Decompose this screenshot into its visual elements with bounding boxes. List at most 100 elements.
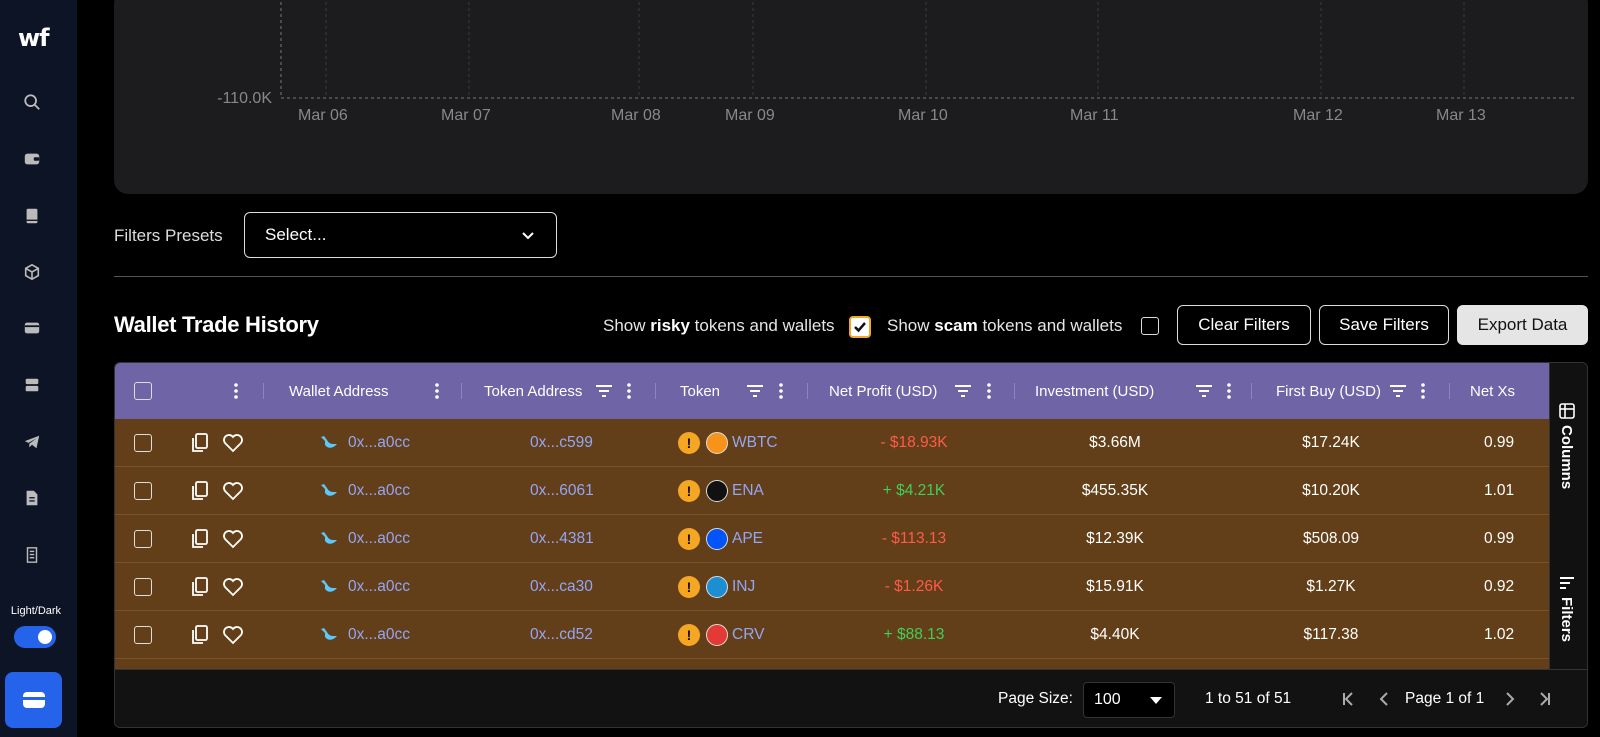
page-size-value: 100 — [1094, 691, 1121, 708]
x-tick-label: Mar 06 — [298, 107, 348, 124]
telegram-icon[interactable] — [22, 432, 42, 452]
row-checkbox[interactable] — [134, 578, 152, 596]
show-risky-checkbox[interactable] — [849, 316, 871, 338]
filter-icon[interactable] — [747, 363, 763, 419]
filter-icon[interactable] — [596, 363, 612, 419]
copy-icon[interactable] — [190, 467, 210, 515]
column-menu-icon[interactable] — [987, 363, 991, 419]
row-checkbox[interactable] — [134, 530, 152, 548]
filter-icon[interactable] — [1390, 363, 1406, 419]
filters-panel-toggle[interactable]: Filters — [1558, 575, 1575, 642]
clear-filters-button[interactable]: Clear Filters — [1177, 305, 1311, 345]
header-token-address[interactable]: Token Address — [484, 363, 582, 419]
save-filters-button[interactable]: Save Filters — [1319, 305, 1449, 345]
header-investment[interactable]: Investment (USD) — [1035, 363, 1154, 419]
column-menu-icon[interactable] — [627, 363, 631, 419]
column-menu-icon[interactable] — [779, 363, 783, 419]
header-net-xs[interactable]: Net Xs — [1470, 363, 1515, 419]
previous-page-icon[interactable] — [1375, 690, 1393, 708]
filter-icon[interactable] — [955, 363, 971, 419]
header-separator — [1014, 383, 1015, 399]
favorite-heart-icon[interactable] — [222, 563, 244, 611]
token-symbol[interactable]: CRV — [732, 626, 764, 644]
risk-warning-icon[interactable]: ! — [678, 432, 700, 454]
columns-panel-toggle[interactable]: Columns — [1558, 403, 1575, 489]
next-page-icon[interactable] — [1501, 690, 1519, 708]
risk-warning-icon[interactable]: ! — [678, 528, 700, 550]
favorite-heart-icon[interactable] — [222, 419, 244, 467]
net-profit-value: - $18.93K — [880, 434, 948, 451]
row-checkbox[interactable] — [134, 434, 152, 452]
export-data-button[interactable]: Export Data — [1457, 305, 1588, 345]
token-symbol[interactable]: WBTC — [732, 434, 778, 452]
columns-icon — [1558, 403, 1575, 419]
theme-toggle[interactable] — [14, 626, 56, 648]
token-address-link[interactable]: 0x...4381 — [530, 515, 594, 563]
column-menu-icon[interactable] — [1421, 363, 1425, 419]
net-profit-value: + $4.21K — [882, 482, 946, 499]
token-symbol[interactable]: APE — [732, 530, 763, 548]
wallet-icon — [22, 692, 45, 708]
whale-icon — [320, 467, 338, 515]
table-row[interactable]: 0x...a0cc 0x...ca30 ! INJ - $1.26K $15.9… — [115, 563, 1549, 611]
token-address-link[interactable]: 0x...ca30 — [530, 563, 593, 611]
wallet-address-link[interactable]: 0x...a0cc — [348, 563, 410, 611]
token-address-link[interactable]: 0x...6061 — [530, 467, 594, 515]
whale-icon — [320, 515, 338, 563]
token-address-link[interactable]: 0x...cd52 — [530, 611, 593, 659]
header-net-profit[interactable]: Net Profit (USD) — [829, 363, 937, 419]
table-row[interactable]: 0x...a0cc 0x...6061 ! ENA + $4.21K $455.… — [115, 467, 1549, 515]
header-token[interactable]: Token — [680, 363, 720, 419]
wallet-button[interactable] — [5, 672, 62, 728]
column-menu-icon[interactable] — [1227, 363, 1231, 419]
cube-icon[interactable] — [22, 262, 42, 282]
pagination-bar: Page Size: 100 1 to 51 of 51 Page 1 of 1 — [115, 669, 1587, 727]
card-icon[interactable] — [22, 318, 42, 338]
favorite-heart-icon[interactable] — [222, 611, 244, 659]
page-size-select[interactable]: 100 — [1083, 682, 1175, 718]
wallet-address-link[interactable]: 0x...a0cc — [348, 419, 410, 467]
token-symbol[interactable]: INJ — [732, 578, 755, 596]
last-page-icon[interactable] — [1536, 690, 1554, 708]
server-icon[interactable] — [22, 375, 42, 395]
net-profit-value: - $113.13 — [881, 530, 947, 547]
favorite-heart-icon[interactable] — [222, 467, 244, 515]
copy-icon[interactable] — [190, 563, 210, 611]
row-checkbox[interactable] — [134, 626, 152, 644]
grid-side-rail: Columns Filters — [1549, 363, 1587, 669]
copy-icon[interactable] — [190, 515, 210, 563]
table-row[interactable]: 0x...a0cc 0x...cd52 ! CRV + $88.13 $4.40… — [115, 611, 1549, 659]
table-row[interactable]: 0x...a0cc 0x...c599 ! WBTC - $18.93K $3.… — [115, 419, 1549, 467]
show-scam-checkbox[interactable] — [1141, 317, 1159, 335]
app-logo[interactable]: wf — [18, 24, 50, 52]
risk-warning-icon[interactable]: ! — [678, 480, 700, 502]
column-menu-icon[interactable] — [435, 363, 439, 419]
receipt-icon[interactable] — [22, 545, 42, 565]
wallet-icon[interactable] — [22, 149, 42, 169]
token-symbol[interactable]: ENA — [732, 482, 764, 500]
token-address-link[interactable]: 0x...c599 — [530, 419, 593, 467]
copy-icon[interactable] — [190, 419, 210, 467]
wallet-address-link[interactable]: 0x...a0cc — [348, 611, 410, 659]
document-icon[interactable] — [22, 488, 42, 508]
risky-label-bold: risky — [650, 316, 690, 335]
sidebar: wf Light/Dark — [0, 0, 77, 737]
select-all-checkbox[interactable] — [134, 382, 152, 400]
row-checkbox[interactable] — [134, 482, 152, 500]
risk-warning-icon[interactable]: ! — [678, 576, 700, 598]
risk-warning-icon[interactable]: ! — [678, 624, 700, 646]
first-page-icon[interactable] — [1339, 690, 1357, 708]
search-icon[interactable] — [22, 92, 42, 112]
header-wallet-address[interactable]: Wallet Address — [289, 363, 389, 419]
column-menu-icon[interactable] — [234, 363, 238, 419]
favorite-heart-icon[interactable] — [222, 515, 244, 563]
copy-icon[interactable] — [190, 611, 210, 659]
wallet-address-link[interactable]: 0x...a0cc — [348, 467, 410, 515]
book-icon[interactable] — [22, 206, 42, 226]
wallet-address-link[interactable]: 0x...a0cc — [348, 515, 410, 563]
table-row[interactable]: 0x...a0cc 0x...4381 ! APE - $113.13 $12.… — [115, 515, 1549, 563]
toggle-knob — [38, 630, 52, 644]
filters-presets-select[interactable]: Select... — [244, 212, 557, 258]
header-first-buy[interactable]: First Buy (USD) — [1276, 363, 1381, 419]
filter-icon[interactable] — [1196, 363, 1212, 419]
